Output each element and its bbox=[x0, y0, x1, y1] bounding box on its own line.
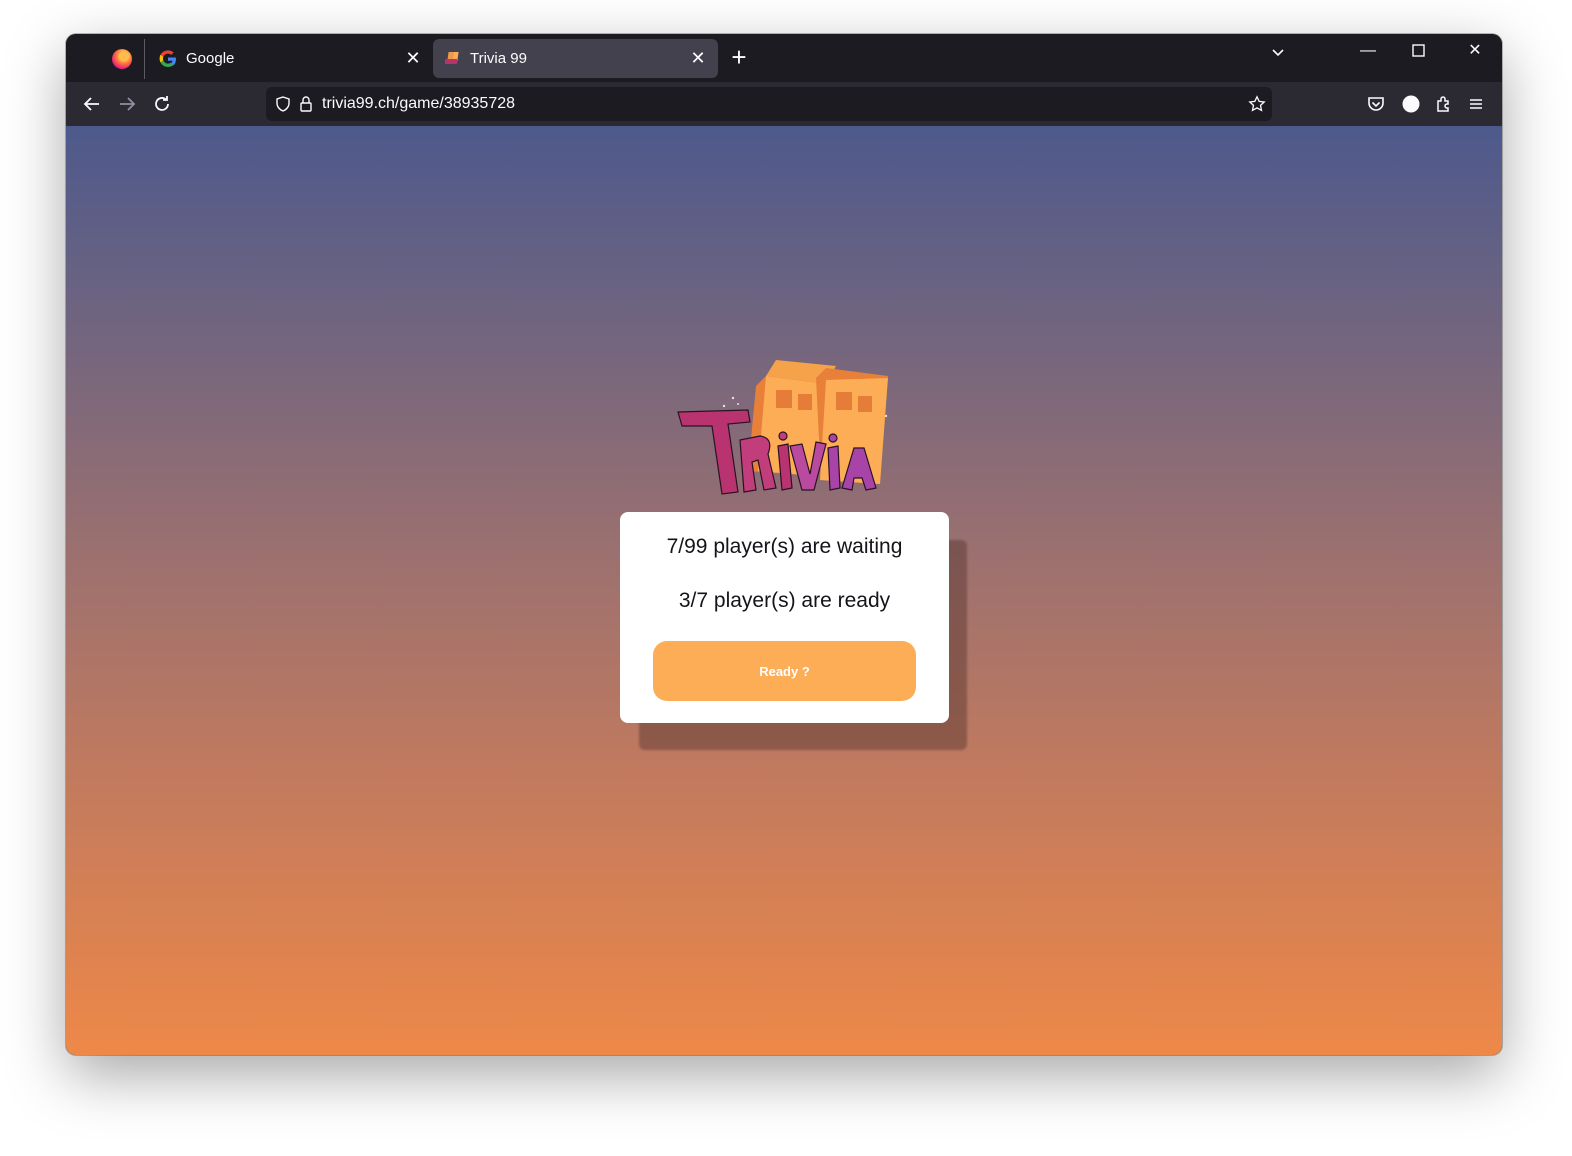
google-g-icon bbox=[159, 50, 176, 67]
back-arrow-icon[interactable] bbox=[80, 92, 104, 116]
trivia99-favicon bbox=[445, 52, 459, 64]
shield-icon[interactable] bbox=[274, 95, 292, 113]
url-bar[interactable]: trivia99.ch/game/38935728 bbox=[266, 87, 1272, 121]
tab-separator bbox=[144, 39, 145, 79]
star-bookmark-icon[interactable] bbox=[1248, 95, 1266, 113]
maximize-icon[interactable] bbox=[1410, 42, 1428, 60]
tab-label: Trivia 99 bbox=[470, 50, 527, 67]
trivia99-logo bbox=[677, 360, 888, 495]
account-avatar-icon[interactable] bbox=[1399, 92, 1423, 116]
extensions-puzzle-icon[interactable] bbox=[1432, 92, 1456, 116]
navigation-toolbar: trivia99.ch/game/38935728 bbox=[66, 82, 1502, 126]
close-icon[interactable]: ✕ bbox=[403, 48, 423, 68]
tab-trivia-99[interactable]: Trivia 99 ✕ bbox=[433, 39, 718, 78]
url-text[interactable]: trivia99.ch/game/38935728 bbox=[322, 95, 515, 113]
pocket-icon[interactable] bbox=[1364, 92, 1388, 116]
tab-google[interactable]: Google ✕ bbox=[149, 39, 433, 78]
game-page: 7/99 player(s) are waiting 3/7 player(s)… bbox=[66, 126, 1502, 1055]
reload-icon[interactable] bbox=[150, 92, 174, 116]
firefox-icon[interactable] bbox=[112, 49, 132, 69]
chevron-down-icon[interactable] bbox=[1268, 42, 1288, 62]
minimize-icon[interactable]: — bbox=[1356, 40, 1380, 62]
hamburger-menu-icon[interactable] bbox=[1464, 92, 1488, 116]
tab-label: Google bbox=[186, 50, 235, 67]
lobby-card: 7/99 player(s) are waiting 3/7 player(s)… bbox=[620, 512, 949, 723]
window-close-icon[interactable]: ✕ bbox=[1463, 40, 1487, 62]
ready-button[interactable]: Ready ? bbox=[653, 641, 916, 701]
browser-window: Google ✕ Trivia 99 ✕ + — ✕ trivia99.ch/g… bbox=[66, 34, 1502, 1055]
lock-icon[interactable] bbox=[298, 95, 314, 113]
forward-arrow-icon[interactable] bbox=[115, 92, 139, 116]
tab-bar: Google ✕ Trivia 99 ✕ + — ✕ bbox=[66, 34, 1502, 82]
players-waiting-text: 7/99 player(s) are waiting bbox=[666, 535, 903, 558]
new-tab-plus-icon[interactable]: + bbox=[728, 44, 750, 70]
close-icon[interactable]: ✕ bbox=[688, 48, 708, 68]
players-ready-text: 3/7 player(s) are ready bbox=[678, 589, 891, 612]
